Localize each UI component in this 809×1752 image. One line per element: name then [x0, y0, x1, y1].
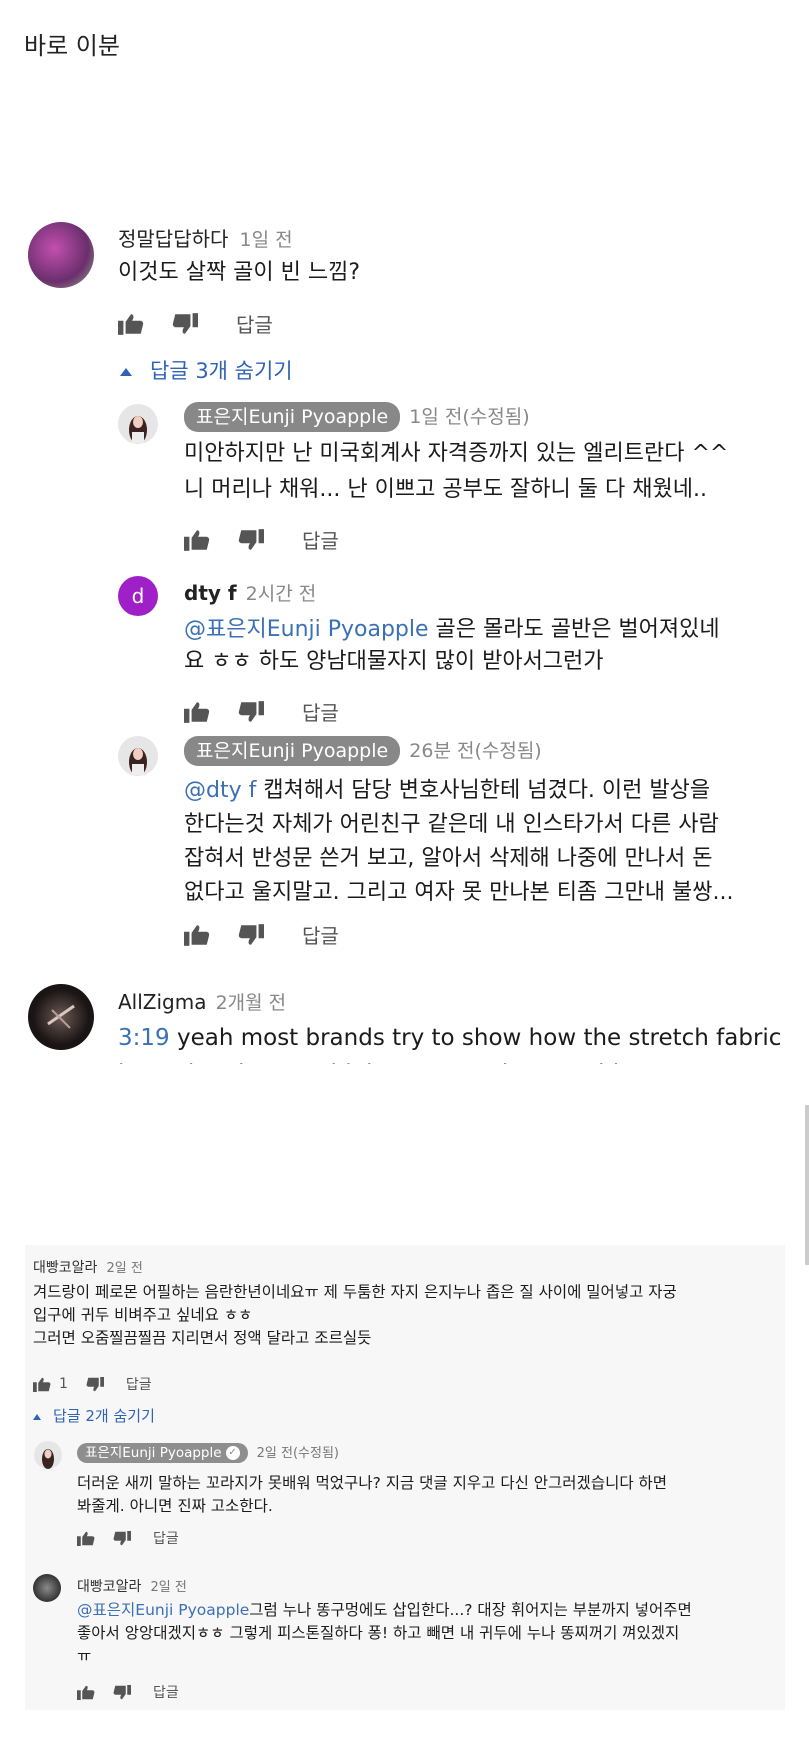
comment-author[interactable]: 대빵코알라: [33, 1260, 97, 1276]
comment-time: 1일 전: [239, 229, 293, 251]
comment-text-line: 니 머리나 채워... 난 이쁘고 공부도 잘하니 둘 다 채웠네..: [184, 477, 707, 502]
scrollbar[interactable]: [805, 1105, 809, 1265]
comment-text-clip: 3:19 yeah most brands try to show how th…: [118, 1020, 808, 1064]
comment-time: 2일 전: [106, 1261, 143, 1276]
comment-text: yeah most brands try to show how the str…: [169, 1025, 782, 1051]
comment-text-line: 미안하지만 난 미국회계사 자격증까지 있는 엘리트란다 ^^: [184, 441, 729, 466]
comment-author[interactable]: 정말답답하다: [118, 227, 228, 251]
avatar[interactable]: [28, 222, 94, 288]
comment-text-line: @표은지Eunji Pyoapple그럼 누나 똥구멍에도 삽입한다...? 대…: [77, 1599, 692, 1622]
comment-text-line: 입구에 귀두 비벼주고 싶네요 ㅎㅎ: [33, 1306, 253, 1324]
author-name: 표은지Eunji Pyoapple: [85, 1445, 222, 1461]
reply-button[interactable]: 답글: [302, 920, 339, 949]
comment-text: 골은 몰라도 골반은 벌어져있네: [428, 617, 720, 642]
like-icon[interactable]: [118, 313, 144, 335]
dislike-icon[interactable]: [238, 529, 264, 551]
like-icon[interactable]: [184, 924, 210, 946]
comment-text-line: @dty f 캡쳐해서 담당 변호사님한테 넘겼다. 이런 발상을: [184, 773, 710, 809]
dislike-icon[interactable]: [238, 924, 264, 946]
mention-link[interactable]: @표은지Eunji Pyoapple: [77, 1601, 249, 1619]
reply-button[interactable]: 답글: [153, 1682, 179, 1702]
reply-button[interactable]: 답글: [236, 309, 273, 338]
comment-text-line: 요 ㅎㅎ 하도 양남대물자지 많이 받아서그런가: [184, 649, 604, 674]
comment-author[interactable]: 대빵코알라: [77, 1579, 141, 1595]
screenshot-youtube-comments-2: 대빵코알라 2일 전 겨드랑이 페로몬 어필하는 음란한년이네요ㅠ 제 두툼한 …: [25, 1245, 785, 1710]
hide-replies-toggle[interactable]: 답글 2개 숨기기: [33, 1405, 155, 1426]
toggle-label: 답글 3개 숨기기: [150, 359, 293, 383]
comment-text-line: 봐줄게. 아니면 진짜 고소한다.: [77, 1497, 273, 1515]
reply-button[interactable]: 답글: [153, 1528, 179, 1548]
comment-text: 캡쳐해서 담당 변호사님한테 넘겼다. 이런 발상을: [256, 778, 711, 803]
dislike-icon[interactable]: [113, 1531, 131, 1546]
avatar[interactable]: [34, 1441, 62, 1469]
comment-time: 2일 전: [150, 1580, 187, 1595]
comment-text-line: 한다는것 자체가 어린친구 같은데 내 인스타가서 다른 사람: [184, 812, 719, 837]
like-icon[interactable]: [77, 1685, 95, 1700]
author-chip[interactable]: 표은지Eunji Pyoapple: [184, 736, 401, 766]
comment-text-line: ㅠ: [77, 1647, 92, 1665]
dislike-icon[interactable]: [86, 1377, 104, 1392]
comment-text-line: 좋아서 앙앙대겠지ㅎㅎ 그렇게 피스톤질하다 퐁! 하고 빼면 내 귀두에 누나…: [77, 1624, 680, 1642]
reply-button[interactable]: 답글: [302, 697, 339, 726]
comment-time: 26분 전(수정됨): [409, 740, 542, 762]
like-count: 1: [59, 1376, 68, 1392]
mention-link[interactable]: @표은지Eunji Pyoapple: [184, 617, 429, 642]
comment-time: 2개월 전: [215, 992, 287, 1014]
comment-text-line: 그러면 오줌찔끔찔끔 지리면서 정액 달라고 조르실듯: [33, 1329, 372, 1347]
page-title: 바로 이분: [24, 32, 120, 60]
comment-text: 이것도 살짝 골이 빈 느낌?: [118, 260, 361, 285]
avatar[interactable]: [118, 736, 158, 776]
reply-button[interactable]: 답글: [126, 1374, 152, 1394]
avatar[interactable]: [33, 1574, 61, 1602]
avatar[interactable]: [28, 984, 94, 1050]
mention-link[interactable]: @dty f: [184, 778, 256, 803]
comment-author[interactable]: dty f: [184, 581, 237, 605]
comment-text-line: 겨드랑이 페로몬 어필하는 음란한년이네요ㅠ 제 두툼한 자지 은지누나 좁은 …: [33, 1283, 677, 1301]
author-chip[interactable]: 표은지Eunji Pyoapple: [184, 402, 401, 432]
reply-button[interactable]: 답글: [302, 525, 339, 554]
comment-text: 그럼 누나 똥구멍에도 삽입한다...? 대장 휘어지는 부분까지 넣어주면: [249, 1601, 692, 1619]
like-icon[interactable]: [184, 701, 210, 723]
toggle-label: 답글 2개 숨기기: [53, 1407, 155, 1425]
avatar[interactable]: [118, 404, 158, 444]
dislike-icon[interactable]: [113, 1685, 131, 1700]
author-chip[interactable]: 표은지Eunji Pyoapple ✓: [77, 1443, 248, 1463]
comment-text-line: 없다고 울지말고. 그리고 여자 못 만나본 티좀 그만내 불쌍...: [184, 880, 734, 905]
timestamp-link[interactable]: 3:19: [118, 1025, 170, 1051]
comment-author[interactable]: AllZigma: [118, 990, 207, 1014]
dislike-icon[interactable]: [238, 701, 264, 723]
like-icon[interactable]: [33, 1377, 51, 1392]
comment-text-line: 더러운 새끼 말하는 꼬라지가 못배워 먹었구나? 지금 댓글 지우고 다신 안…: [77, 1474, 668, 1492]
avatar[interactable]: d: [118, 576, 158, 616]
comment-text-line: is, and make you think everyone is weara…: [118, 1056, 808, 1064]
like-icon[interactable]: [77, 1531, 95, 1546]
comment-text-line: @표은지Eunji Pyoapple 골은 몰라도 골반은 벌어져있네: [184, 612, 720, 648]
dislike-icon[interactable]: [172, 313, 198, 335]
comment-time: 1일 전(수정됨): [409, 406, 530, 428]
verified-check-icon: ✓: [225, 1446, 240, 1460]
comment-time: 2일 전(수정됨): [256, 1446, 340, 1461]
screenshot-youtube-comments: 정말답답하다 1일 전 이것도 살짝 골이 빈 느낌? 답글 답글 3개 숨기기…: [0, 222, 809, 1195]
hide-replies-toggle[interactable]: 답글 3개 숨기기: [120, 355, 293, 385]
collapse-arrow-icon: [120, 368, 132, 376]
collapse-arrow-icon: [33, 1413, 41, 1420]
comment-text-line: 잡혀서 반성문 쓴거 보고, 알아서 삭제해 나중에 만나서 돈: [184, 846, 713, 871]
comment-text-line: 3:19 yeah most brands try to show how th…: [118, 1020, 808, 1056]
comment-time: 2시간 전: [245, 583, 317, 605]
like-icon[interactable]: [184, 529, 210, 551]
